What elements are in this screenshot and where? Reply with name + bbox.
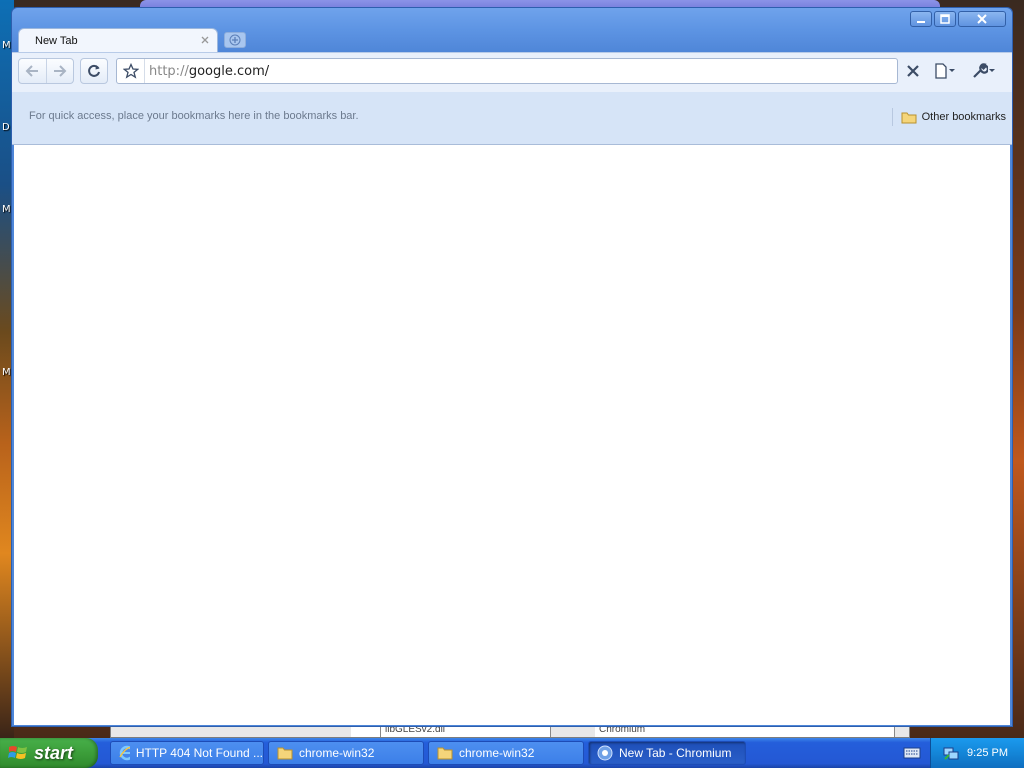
start-label: start xyxy=(34,742,74,763)
minimize-icon xyxy=(917,21,925,23)
taskbar-item-label: New Tab - Chromium xyxy=(619,746,732,760)
minimize-button[interactable] xyxy=(910,11,932,27)
other-bookmarks-button[interactable]: Other bookmarks xyxy=(891,108,1006,126)
chevron-down-icon xyxy=(989,69,995,72)
page-menu-button[interactable] xyxy=(934,61,964,81)
taskbar-item-label: chrome-win32 xyxy=(459,746,535,760)
window-controls xyxy=(910,11,1006,27)
reload-icon xyxy=(88,64,100,77)
system-tray: 9:25 PM xyxy=(930,738,1024,768)
desktop-icon-label[interactable]: M xyxy=(2,204,11,215)
folder-icon xyxy=(277,747,293,760)
tab-title: New Tab xyxy=(35,35,78,47)
forward-button[interactable] xyxy=(45,59,73,83)
restore-icon xyxy=(940,14,950,24)
ie-icon xyxy=(119,745,130,761)
taskbar-item-new-tab-chromium[interactable]: New Tab - Chromium xyxy=(588,741,746,765)
taskbar-item-label: HTTP 404 Not Found ... xyxy=(135,746,263,760)
url-scheme: http:// xyxy=(149,64,189,79)
back-arrow-icon xyxy=(26,65,39,77)
bookmarks-bar: For quick access, place your bookmarks h… xyxy=(12,92,1012,145)
navigation-buttons xyxy=(18,58,74,84)
windows-logo-icon xyxy=(8,746,27,759)
url-text[interactable]: http://google.com/ xyxy=(149,64,269,79)
desktop-icon-label[interactable]: M xyxy=(2,367,11,378)
bookmark-star-button[interactable] xyxy=(117,59,145,83)
taskbar-item-chrome-win32[interactable]: chrome-win32 xyxy=(268,741,424,765)
folder-icon xyxy=(901,112,917,123)
browser-window: New Tab http://google.com/ For quick acc… xyxy=(11,7,1013,727)
maximize-button[interactable] xyxy=(934,11,956,27)
star-icon xyxy=(122,63,139,79)
desktop-icon-label[interactable]: D xyxy=(2,122,10,133)
plus-icon xyxy=(229,34,241,46)
tab-close-icon[interactable] xyxy=(199,34,211,46)
page-icon xyxy=(935,63,947,79)
chevron-down-icon xyxy=(949,69,955,72)
reload-button[interactable] xyxy=(80,58,108,84)
stop-loading-icon[interactable] xyxy=(904,62,922,80)
network-icon[interactable] xyxy=(943,745,959,761)
browser-toolbar: http://google.com/ xyxy=(12,52,1012,92)
taskbar-item-label: chrome-win32 xyxy=(299,746,375,760)
close-icon xyxy=(977,14,987,24)
taskbar-item-http-404[interactable]: HTTP 404 Not Found ... xyxy=(110,741,264,765)
wrench-menu-button[interactable] xyxy=(972,61,1002,81)
start-button[interactable]: start xyxy=(0,738,98,768)
taskbar: start HTTP 404 Not Found ... chrome-win3… xyxy=(0,738,1024,768)
window-titlebar[interactable]: New Tab xyxy=(12,8,1012,53)
clock[interactable]: 9:25 PM xyxy=(967,747,1008,759)
desktop-icon-label[interactable]: M xyxy=(2,40,11,51)
close-window-button[interactable] xyxy=(958,11,1006,27)
keyboard-icon[interactable] xyxy=(903,746,921,760)
back-button[interactable] xyxy=(19,59,46,83)
url-host: google.com/ xyxy=(188,64,270,79)
chromium-icon xyxy=(597,745,613,761)
address-bar[interactable]: http://google.com/ xyxy=(116,58,898,84)
taskbar-item-chrome-win32[interactable]: chrome-win32 xyxy=(428,741,584,765)
page-content-area[interactable] xyxy=(14,145,1010,725)
tab-new-tab[interactable]: New Tab xyxy=(18,28,218,53)
other-bookmarks-label: Other bookmarks xyxy=(921,111,1006,123)
wrench-icon xyxy=(973,63,988,78)
folder-icon xyxy=(437,747,453,760)
new-tab-button[interactable] xyxy=(224,32,246,48)
bookmarks-hint-text: For quick access, place your bookmarks h… xyxy=(29,110,359,122)
forward-arrow-icon xyxy=(53,65,67,77)
